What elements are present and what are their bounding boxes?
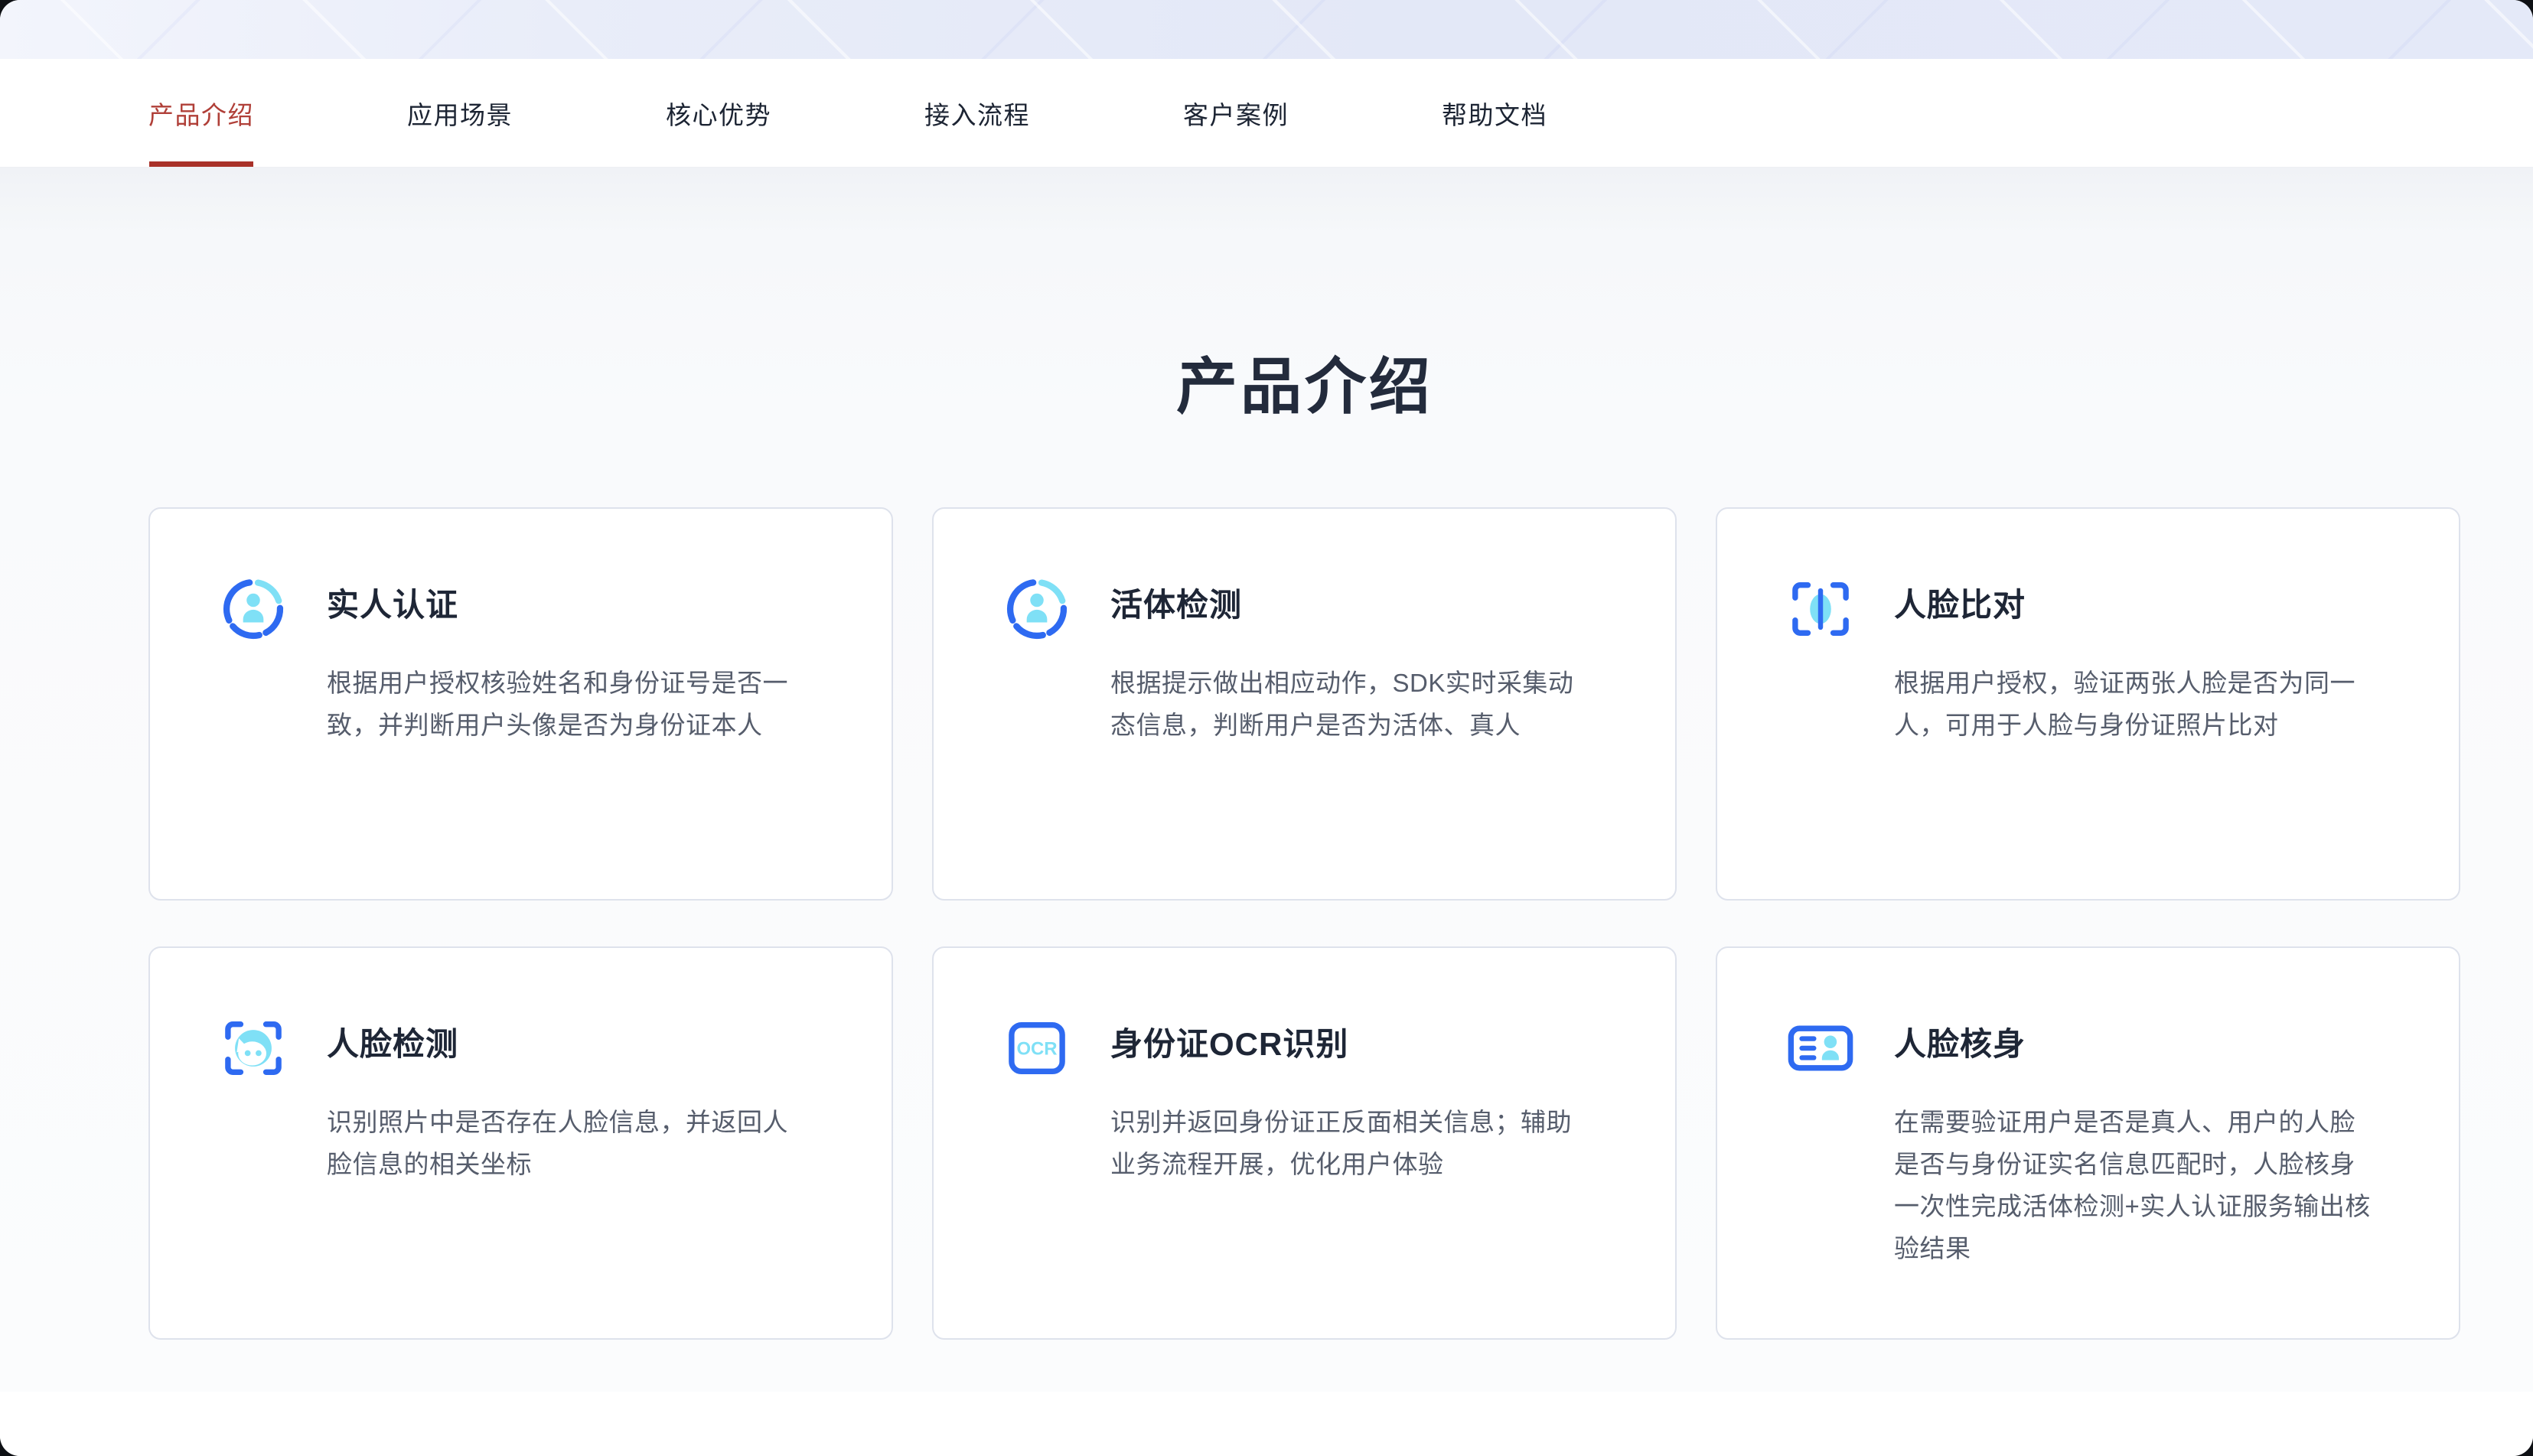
card-description: 在需要验证用户是否是真人、用户的人脸是否与身份证实名信息匹配时，人脸核身一次性完… <box>1894 1101 2378 1269</box>
tab-customer-cases[interactable]: 客户案例 <box>1183 59 1289 167</box>
nav-items: 产品介绍 应用场景 核心优势 接入流程 客户案例 帮助文档 <box>148 59 2533 167</box>
product-intro-section: 产品介绍 实人认证 根据用户授权核验姓名和身份证号是否一致，并判断用户头像是否为… <box>0 168 2533 1392</box>
card-title: 人脸核身 <box>1894 1026 2026 1063</box>
tab-label: 帮助文档 <box>1442 95 1547 132</box>
tab-integration-flow[interactable]: 接入流程 <box>924 59 1030 167</box>
card-description: 识别照片中是否存在人脸信息，并返回人脸信息的相关坐标 <box>327 1101 810 1185</box>
ocr-badge-icon: OCR <box>1002 1013 1072 1083</box>
tab-help-docs[interactable]: 帮助文档 <box>1442 59 1547 167</box>
top-decorative-band <box>0 0 2533 59</box>
card-description: 根据用户授权，验证两张人脸是否为同一人，可用于人脸与身份证照片比对 <box>1894 662 2378 746</box>
tab-label: 接入流程 <box>924 95 1030 132</box>
tab-label: 应用场景 <box>407 95 513 132</box>
product-cards-grid: 实人认证 根据用户授权核验姓名和身份证号是否一致，并判断用户头像是否为身份证本人… <box>148 507 2461 1340</box>
card-title: 身份证OCR识别 <box>1110 1026 1348 1063</box>
card-title: 人脸比对 <box>1894 587 2026 624</box>
card-real-person-auth: 实人认证 根据用户授权核验姓名和身份证号是否一致，并判断用户头像是否为身份证本人 <box>148 507 893 901</box>
active-tab-underline <box>149 161 253 167</box>
card-title: 实人认证 <box>327 587 458 624</box>
card-face-detect: 人脸检测 识别照片中是否存在人脸信息，并返回人脸信息的相关坐标 <box>148 946 893 1340</box>
id-card-person-icon <box>1785 1013 1856 1083</box>
person-scan-circle-icon <box>218 574 289 644</box>
tab-label: 产品介绍 <box>148 95 254 132</box>
tab-label: 核心优势 <box>666 95 771 132</box>
navbar: 产品介绍 应用场景 核心优势 接入流程 客户案例 帮助文档 <box>0 59 2533 168</box>
card-description: 根据用户授权核验姓名和身份证号是否一致，并判断用户头像是否为身份证本人 <box>327 662 810 746</box>
person-scan-circle-icon <box>1002 574 1072 644</box>
card-face-compare: 人脸比对 根据用户授权，验证两张人脸是否为同一人，可用于人脸与身份证照片比对 <box>1716 507 2460 901</box>
card-liveness-detection: 活体检测 根据提示做出相应动作，SDK实时采集动态信息，判断用户是否为活体、真人 <box>932 507 1677 901</box>
face-compare-icon <box>1785 574 1856 644</box>
ocr-icon-text: OCR <box>1016 1038 1057 1059</box>
card-title: 人脸检测 <box>327 1026 458 1063</box>
card-description: 根据提示做出相应动作，SDK实时采集动态信息，判断用户是否为活体、真人 <box>1110 662 1594 746</box>
tab-core-advantages[interactable]: 核心优势 <box>666 59 771 167</box>
tab-product-intro[interactable]: 产品介绍 <box>148 59 254 167</box>
card-face-verification: 人脸核身 在需要验证用户是否是真人、用户的人脸是否与身份证实名信息匹配时，人脸核… <box>1716 946 2460 1340</box>
page-title: 产品介绍 <box>148 354 2461 419</box>
tab-label: 客户案例 <box>1183 95 1289 132</box>
footer-blank-band <box>0 1392 2533 1456</box>
card-title: 活体检测 <box>1110 587 1242 624</box>
card-idcard-ocr: OCR 身份证OCR识别 识别并返回身份证正反面相关信息；辅助业务流程开展，优化… <box>932 946 1677 1340</box>
page: 产品介绍 应用场景 核心优势 接入流程 客户案例 帮助文档 产品介绍 <box>0 0 2533 1456</box>
face-detect-icon <box>218 1013 289 1083</box>
tab-use-cases[interactable]: 应用场景 <box>407 59 513 167</box>
card-description: 识别并返回身份证正反面相关信息；辅助业务流程开展，优化用户体验 <box>1110 1101 1594 1185</box>
